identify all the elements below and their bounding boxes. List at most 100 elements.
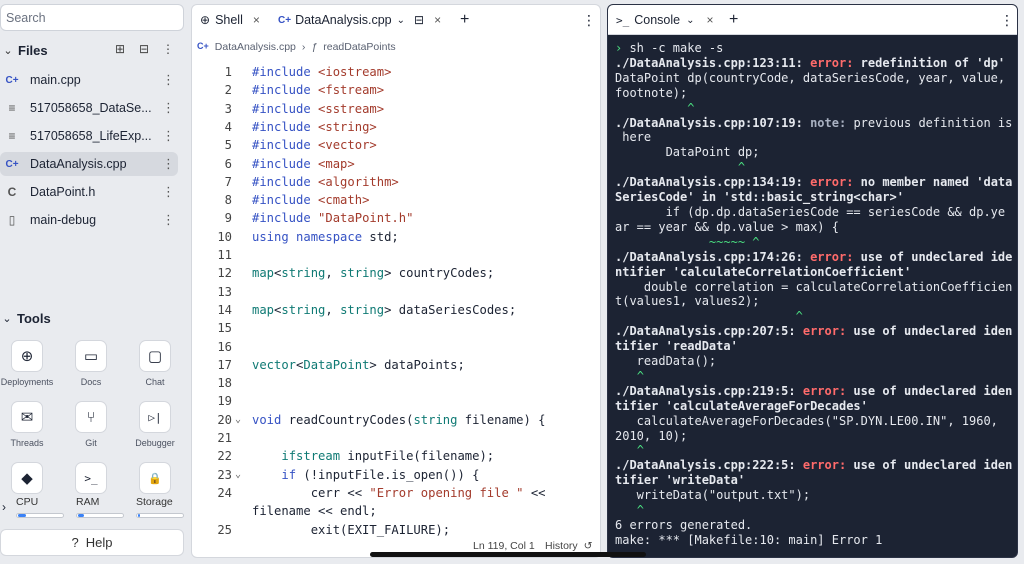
tool-docs[interactable]: ▭ Docs xyxy=(61,340,121,387)
code-line[interactable]: #include <sstream> xyxy=(252,100,384,118)
threads-icon[interactable]: ✉ xyxy=(11,401,43,433)
meter-label: RAM xyxy=(76,496,100,508)
breadcrumb-symbol[interactable]: readDataPoints xyxy=(323,41,395,53)
code-line[interactable]: #include <vector> xyxy=(252,136,377,154)
code-line[interactable]: #include <fstream> xyxy=(252,81,384,99)
code-line[interactable]: void readCountryCodes(string filename) { xyxy=(252,411,546,429)
code-line[interactable]: cerr << "Error opening file " << xyxy=(252,484,546,502)
tab-label: Shell xyxy=(215,13,243,27)
code-line[interactable]: ifstream inputFile(filename); xyxy=(252,447,494,465)
console-output[interactable]: › sh -c make -s ./DataAnalysis.cpp:123:1… xyxy=(615,41,1015,548)
file-menu-icon[interactable]: ⋮ xyxy=(158,128,178,144)
chevron-down-icon[interactable]: ⌄ xyxy=(0,312,14,325)
tool-label: Git xyxy=(85,438,97,448)
files-menu-icon[interactable]: ⋮ xyxy=(160,40,176,58)
tool-deployments[interactable]: ⊕ Deployments xyxy=(0,340,57,387)
code-line[interactable]: #include <cmath> xyxy=(252,191,369,209)
code-line[interactable]: map<string, string> dataSeriesCodes; xyxy=(252,301,516,319)
meter-fill xyxy=(18,514,26,517)
search-input[interactable]: Search xyxy=(0,4,184,31)
tab-menu-icon[interactable]: ⋮ xyxy=(582,12,596,29)
fold-chevron-icon[interactable]: ⌄ xyxy=(235,411,241,429)
code-line[interactable]: #include <algorithm> xyxy=(252,173,399,191)
help-button[interactable]: ? Help xyxy=(0,529,184,556)
code-line[interactable]: #include <string> xyxy=(252,118,377,136)
git-icon[interactable]: ⑂ xyxy=(75,401,107,433)
code-line[interactable]: #include "DataPoint.h" xyxy=(252,209,413,227)
cursor-position[interactable]: Ln 119, Col 1 xyxy=(473,540,535,552)
tab-dataanalysis-cpp[interactable]: C+ DataAnalysis.cpp ⌄ ⊟ × xyxy=(272,5,450,35)
shell-tab-icon: ⊕ xyxy=(200,13,211,27)
file-item[interactable]: ≡ 517058658_DataSe... ⋮ xyxy=(0,96,178,120)
chevron-right-icon: › xyxy=(301,41,306,53)
file-menu-icon[interactable]: ⋮ xyxy=(158,212,178,228)
horizontal-scrollbar[interactable] xyxy=(370,552,646,557)
tab-shell[interactable]: ⊕ Shell × xyxy=(192,5,266,35)
file-menu-icon[interactable]: ⋮ xyxy=(158,100,178,116)
line-number: 20 xyxy=(217,412,232,427)
meter-ram: RAM xyxy=(76,496,124,518)
close-icon[interactable]: × xyxy=(253,13,260,27)
tools-header[interactable]: ⌄ Tools xyxy=(0,308,50,328)
file-menu-icon[interactable]: ⋮ xyxy=(158,156,178,172)
line-number: 5 xyxy=(224,138,232,153)
lock-icon[interactable]: 🔒 xyxy=(139,462,171,494)
file-item[interactable]: C DataPoint.h ⋮ xyxy=(0,180,178,204)
package-icon[interactable]: ◆ xyxy=(11,462,43,494)
new-file-icon[interactable]: ⊞ xyxy=(112,40,128,58)
tab-console[interactable]: >_ Console ⌄ × xyxy=(608,5,722,35)
line-number: 1 xyxy=(224,65,232,79)
history-button[interactable]: History ↺ xyxy=(545,540,592,552)
deployments-icon[interactable]: ⊕ xyxy=(11,340,43,372)
tool-lock[interactable]: 🔒 xyxy=(125,462,185,494)
chat-icon[interactable]: ▢ xyxy=(139,340,171,372)
file-menu-icon[interactable]: ⋮ xyxy=(158,72,178,88)
text-file-icon: ≡ xyxy=(8,101,16,115)
shell-icon[interactable]: >_ xyxy=(75,462,107,494)
breadcrumb: C+ DataAnalysis.cpp › ƒ readDataPoints xyxy=(197,41,396,53)
chevron-right-icon[interactable]: › xyxy=(2,500,6,514)
tool-chat[interactable]: ▢ Chat xyxy=(125,340,185,387)
file-item[interactable]: C+ main.cpp ⋮ xyxy=(0,68,178,92)
line-number: 24 xyxy=(217,485,232,500)
files-header[interactable]: ⌄ Files ⊞ ⊟ ⋮ xyxy=(0,40,184,60)
tool-label: Threads xyxy=(10,438,44,448)
console-tab-bar: >_ Console ⌄ × + ⋮ xyxy=(608,5,1017,35)
code-line[interactable]: vector<DataPoint> dataPoints; xyxy=(252,356,465,374)
format-icon[interactable]: ⊟ xyxy=(414,13,424,27)
chevron-down-icon[interactable]: ⌄ xyxy=(686,15,694,26)
file-menu-icon[interactable]: ⋮ xyxy=(158,184,178,200)
close-icon[interactable]: × xyxy=(707,13,714,27)
file-item[interactable]: ≡ 517058658_LifeExp... ⋮ xyxy=(0,124,178,148)
file-item[interactable]: ▯ main-debug ⋮ xyxy=(0,208,178,232)
line-number: 9 xyxy=(224,211,232,226)
tool-package[interactable]: ◆ xyxy=(0,462,57,494)
add-tab-icon[interactable]: + xyxy=(460,11,469,29)
code-line[interactable]: #include <map> xyxy=(252,155,355,173)
console-menu-icon[interactable]: ⋮ xyxy=(1000,12,1014,29)
new-folder-icon[interactable]: ⊟ xyxy=(136,40,152,58)
tool-debugger[interactable]: ▷| Debugger xyxy=(125,401,185,448)
tool-shell[interactable]: >_ xyxy=(61,462,121,494)
add-tab-icon[interactable]: + xyxy=(729,11,738,29)
chevron-down-icon[interactable]: ⌄ xyxy=(397,15,405,26)
code-line[interactable]: map<string, string> countryCodes; xyxy=(252,264,494,282)
code-line[interactable]: if (!inputFile.is_open()) { xyxy=(252,466,479,484)
line-number: 12 xyxy=(217,266,232,281)
resource-meters[interactable]: › CPU RAM Storage xyxy=(0,492,184,522)
code-line[interactable]: #include <iostream> xyxy=(252,63,391,81)
code-line[interactable]: using namespace std; xyxy=(252,228,399,246)
debugger-icon[interactable]: ▷| xyxy=(139,401,171,433)
breadcrumb-file[interactable]: DataAnalysis.cpp xyxy=(215,41,296,53)
editor-tab-bar: ⊕ Shell × C+ DataAnalysis.cpp ⌄ ⊟ × + ⋮ xyxy=(192,5,600,35)
docs-icon[interactable]: ▭ xyxy=(75,340,107,372)
tool-threads[interactable]: ✉ Threads xyxy=(0,401,57,448)
code-line[interactable]: filename << endl; xyxy=(252,502,377,520)
close-icon[interactable]: × xyxy=(434,13,441,27)
file-item[interactable]: C+ DataAnalysis.cpp ⋮ xyxy=(0,152,178,176)
history-label: History xyxy=(545,540,578,552)
tool-git[interactable]: ⑂ Git xyxy=(61,401,121,448)
fold-chevron-icon[interactable]: ⌄ xyxy=(235,466,241,484)
chevron-down-icon[interactable]: ⌄ xyxy=(0,44,16,57)
tab-label: DataAnalysis.cpp xyxy=(295,13,392,27)
